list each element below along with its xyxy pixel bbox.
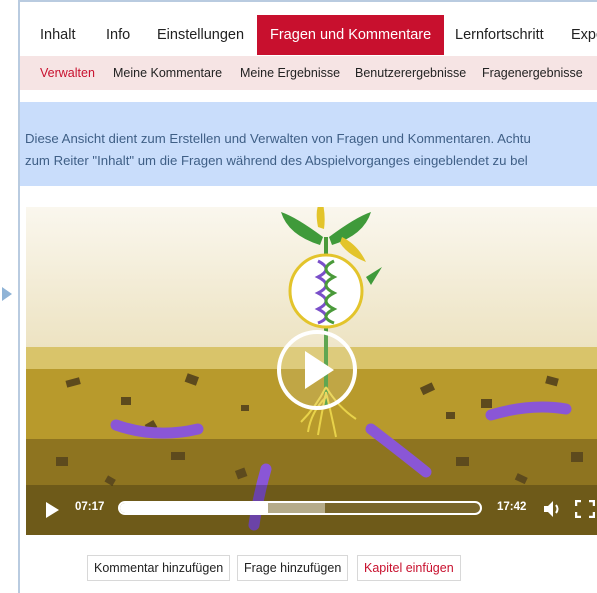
sub-navigation: Verwalten Meine Kommentare Meine Ergebni… [20,56,597,90]
info-text-line-2: zum Reiter "Inhalt" um die Fragen währen… [25,153,528,168]
duration-time: 17:42 [497,501,527,513]
tab-lernfortschritt[interactable]: Lernfortschritt [455,15,544,55]
player-controls: 07:17 17:42 [26,485,597,535]
progress-played [120,503,268,513]
progress-bar[interactable] [118,501,482,515]
info-text-line-1: Diese Ansicht dient zum Erstellen und Ve… [25,131,531,146]
subnav-fragenergebnisse[interactable]: Fragenergebnisse [482,56,583,90]
fullscreen-icon[interactable] [575,500,595,518]
tab-inhalt[interactable]: Inhalt [40,15,75,55]
tab-info[interactable]: Info [106,15,130,55]
tab-export[interactable]: Expo [571,15,597,55]
tab-fragen-und-kommentare[interactable]: Fragen und Kommentare [257,15,445,55]
volume-icon[interactable] [542,500,562,518]
add-chapter-button[interactable]: Kapitel einfügen [357,555,461,581]
subnav-meine-kommentare[interactable]: Meine Kommentare [113,56,222,90]
pointer-arrow-icon [2,287,12,301]
left-gutter [0,0,20,591]
current-time: 07:17 [75,501,105,513]
subnav-meine-ergebnisse[interactable]: Meine Ergebnisse [240,56,340,90]
subnav-verwalten[interactable]: Verwalten [40,56,95,90]
play-icon[interactable] [46,502,59,518]
add-comment-button[interactable]: Kommentar hinzufügen [87,555,231,581]
info-message: Diese Ansicht dient zum Erstellen und Ve… [20,102,597,186]
subnav-benutzerergebnisse[interactable]: Benutzerergebnisse [355,56,466,90]
main-frame: Inhalt Info Einstellungen Fragen und Kom… [18,0,597,593]
tab-bar: Inhalt Info Einstellungen Fragen und Kom… [20,15,597,55]
video-player[interactable]: 07:17 17:42 [26,207,597,535]
tab-einstellungen[interactable]: Einstellungen [157,15,244,55]
add-question-button[interactable]: Frage hinzufügen [237,555,349,581]
